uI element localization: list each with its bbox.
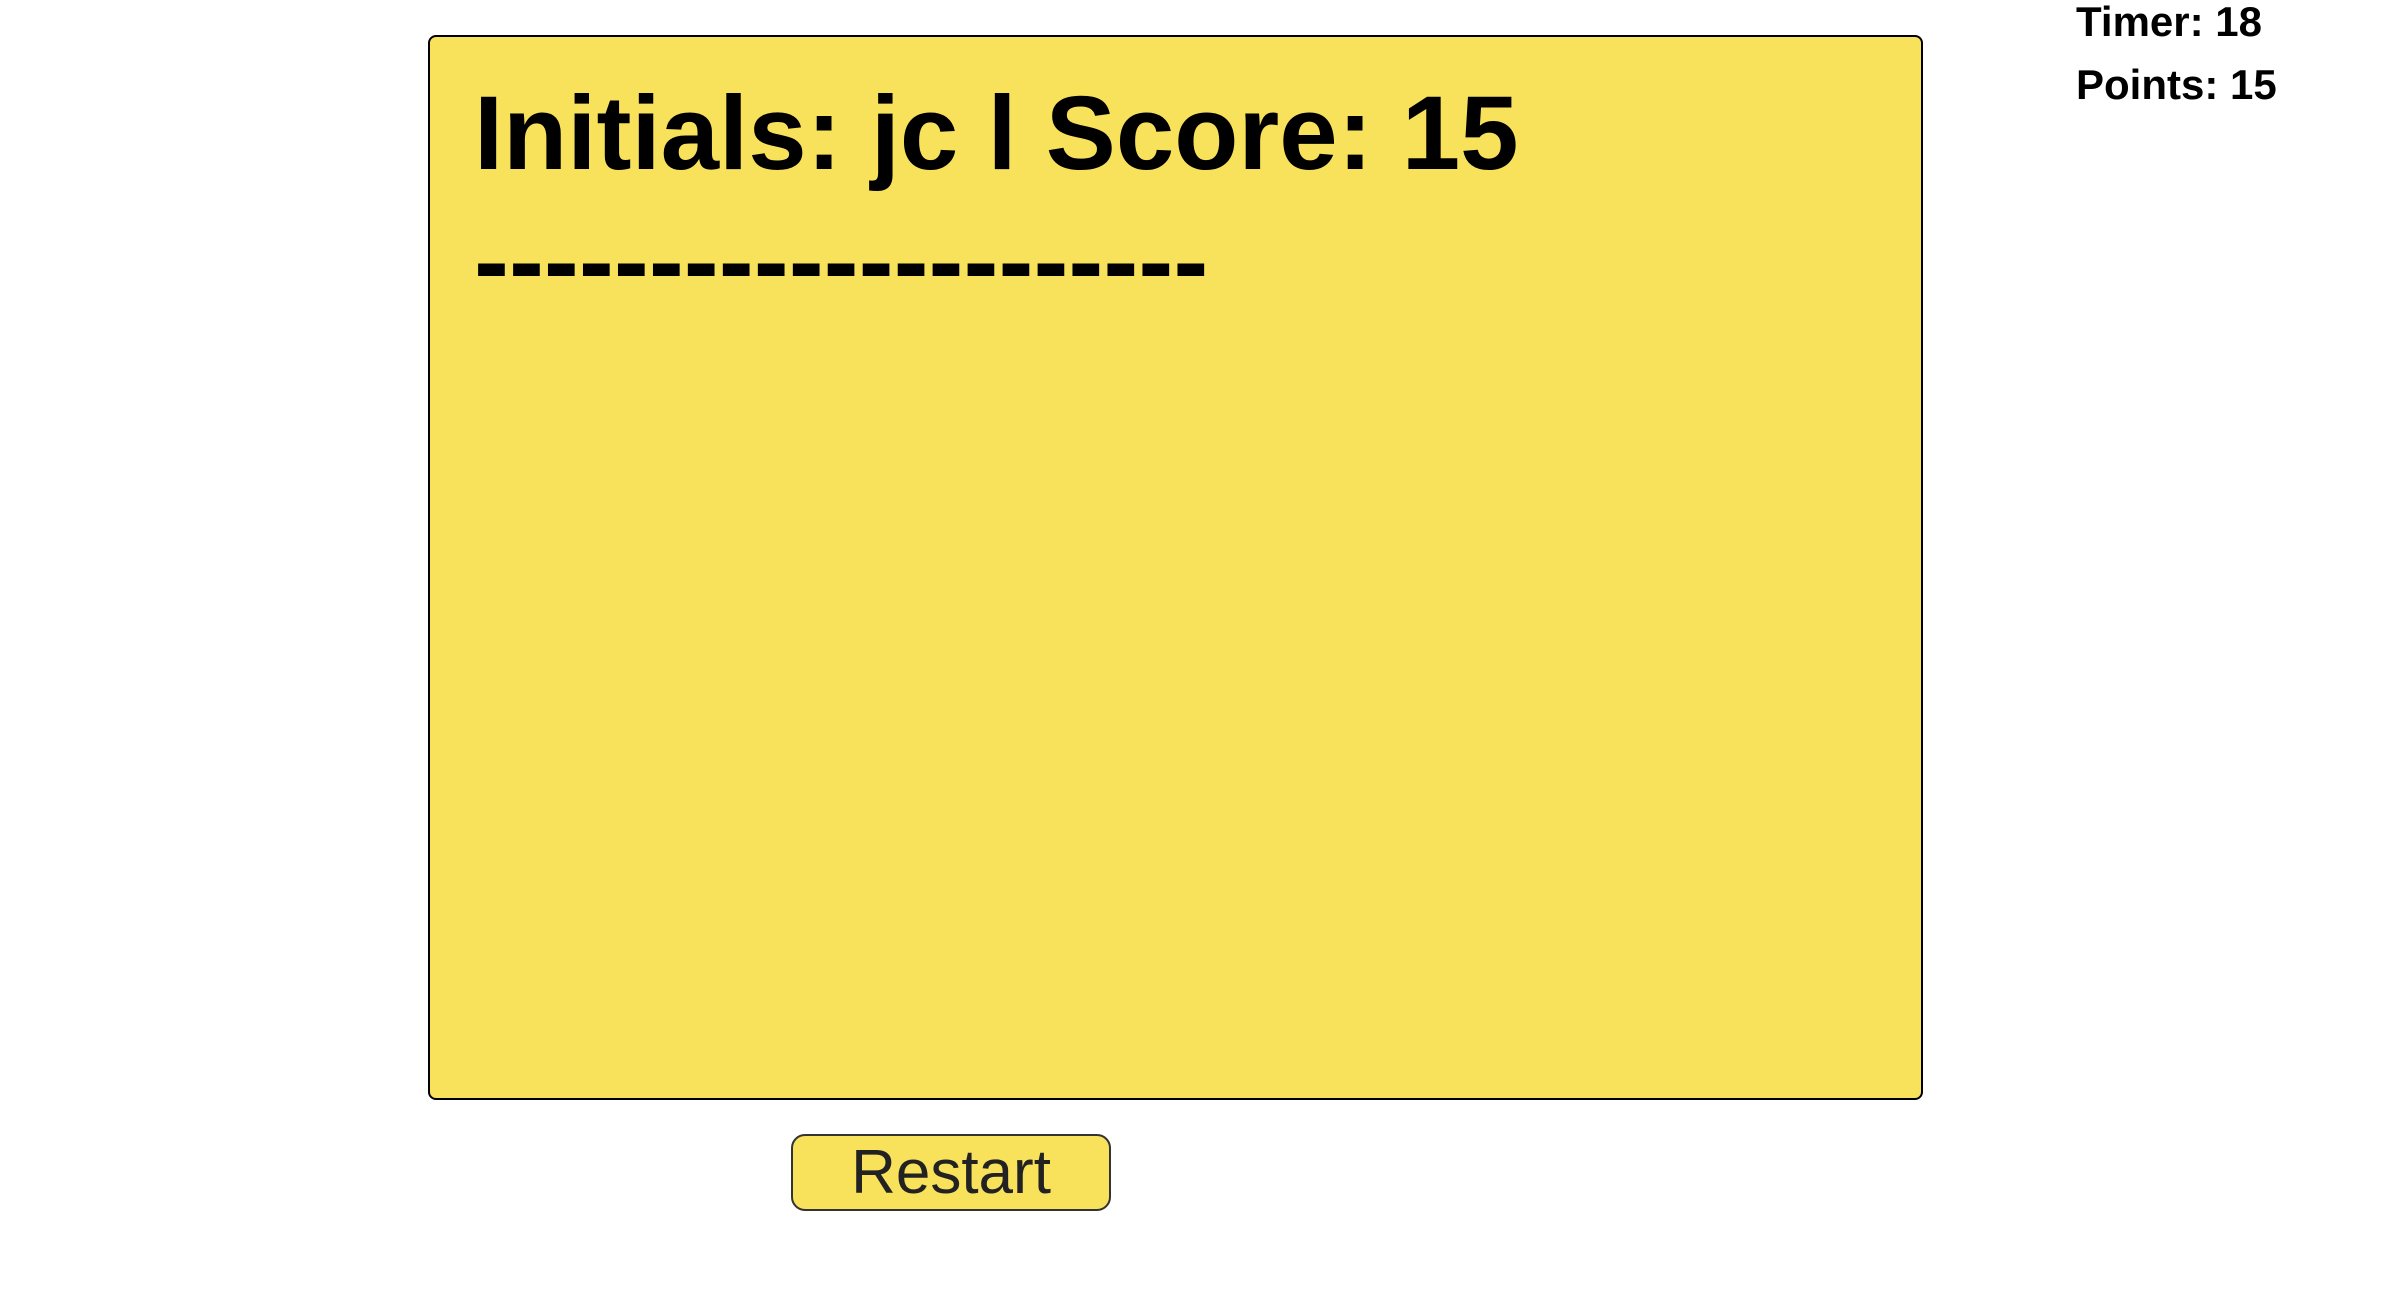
game-stats: Timer: 18 Points: 15: [2076, 0, 2366, 106]
high-score-card: Initials: jc l Score: 15 ---------------…: [428, 35, 1923, 1100]
restart-button[interactable]: Restart: [791, 1134, 1111, 1211]
timer-readout: Timer: 18: [2076, 0, 2262, 45]
points-readout: Points: 15: [2076, 61, 2277, 108]
score-divider: ---------------------: [474, 209, 1209, 314]
high-score-entry: Initials: jc l Score: 15: [474, 75, 1519, 192]
